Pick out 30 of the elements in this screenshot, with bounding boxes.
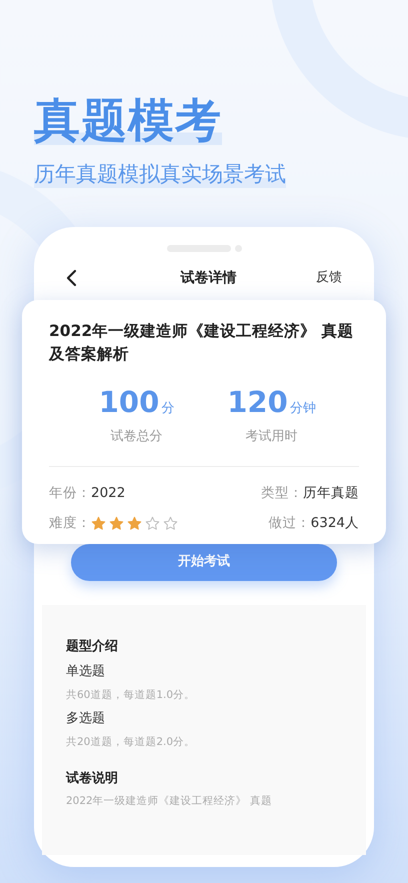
question-type: 多选题 — [66, 710, 106, 728]
difficulty-label: 难度： — [49, 514, 91, 534]
stat-label: 考试用时 — [246, 428, 298, 446]
stat-unit: 分 — [161, 400, 174, 418]
star-outline-icon — [145, 516, 160, 531]
stat-value: 100 — [98, 386, 160, 418]
section-heading: 题型介绍 — [66, 638, 119, 656]
year-value: 2022 — [91, 484, 126, 503]
page-title: 试卷详情 — [180, 268, 236, 288]
star-filled-icon — [91, 516, 106, 531]
feedback-link[interactable]: 反馈 — [316, 268, 342, 288]
type-value: 历年真题 — [303, 484, 359, 503]
subheadline: 历年真题模拟真实场景考试 — [34, 160, 286, 188]
year-label: 年份： — [49, 484, 91, 503]
stat-label: 试卷总分 — [110, 428, 162, 446]
stat-value: 120 — [227, 386, 288, 418]
taken-count: 6324人 — [310, 514, 359, 534]
question-type-note: 共60道题，每道题1.0分。 — [66, 688, 196, 702]
paper-title: 2022年一级建造师《建设工程经济》 真题及答案解析 — [49, 321, 355, 365]
star-filled-icon — [127, 516, 142, 531]
taken-label: 做过： — [268, 514, 311, 534]
question-type-note: 共20道题，每道题2.0分。 — [66, 734, 196, 750]
star-filled-icon — [109, 516, 124, 531]
paper-description: 2022年一级建造师《建设工程经济》 真题 — [66, 794, 274, 809]
type-label: 类型： — [261, 484, 303, 503]
star-outline-icon — [163, 516, 178, 531]
stat-unit: 分钟 — [290, 400, 316, 418]
section-heading: 试卷说明 — [66, 770, 119, 788]
back-icon[interactable] — [65, 269, 77, 287]
question-type: 单选题 — [66, 663, 106, 681]
